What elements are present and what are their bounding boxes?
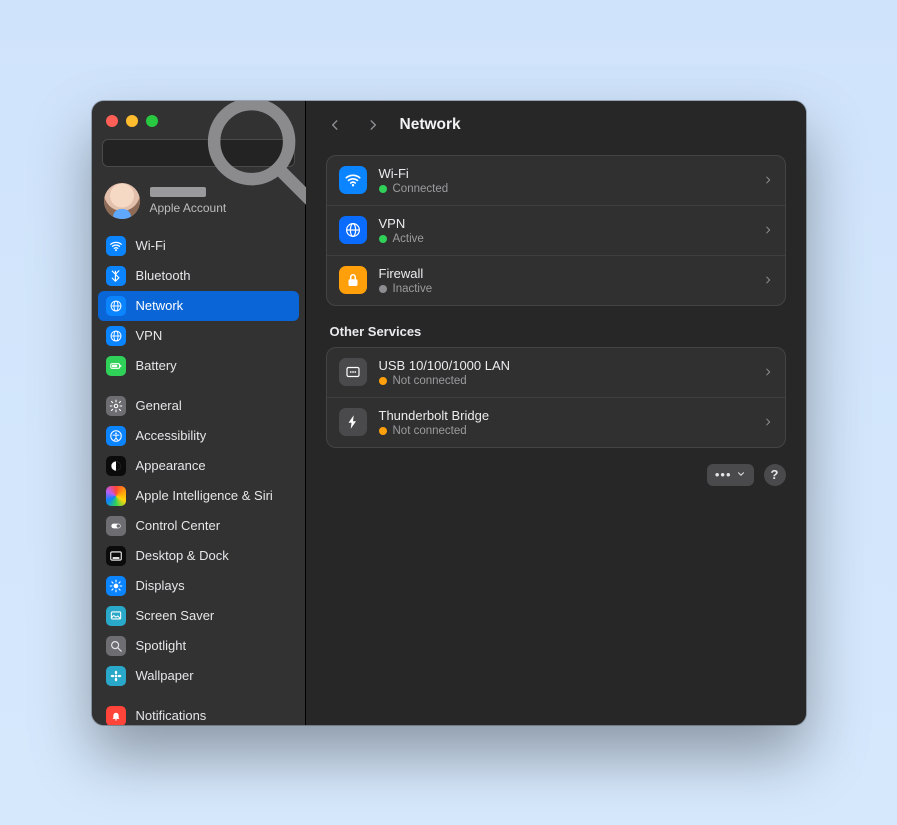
sidebar-item-label: Appearance: [136, 458, 206, 473]
service-name: Firewall: [379, 266, 433, 281]
vpn-icon: [106, 326, 126, 346]
service-status: Connected: [393, 183, 449, 195]
status-dot: [379, 235, 387, 243]
sidebar-item-accessibility[interactable]: Accessibility: [98, 421, 299, 451]
appearance-icon: [106, 456, 126, 476]
service-name: Thunderbolt Bridge: [379, 408, 490, 423]
control-center-icon: [106, 516, 126, 536]
gear-icon: [106, 396, 126, 416]
service-row-wifi[interactable]: Wi-Fi Connected: [327, 156, 785, 205]
sidebar-item-siri[interactable]: Apple Intelligence & Siri: [98, 481, 299, 511]
sidebar-item-label: Bluetooth: [136, 268, 191, 283]
wifi-icon: [339, 166, 367, 194]
sidebar-item-label: Accessibility: [136, 428, 207, 443]
thunderbolt-icon: [339, 408, 367, 436]
sidebar-item-spotlight[interactable]: Spotlight: [98, 631, 299, 661]
chevron-down-icon: [736, 467, 746, 482]
sidebar-item-bluetooth[interactable]: Bluetooth: [98, 261, 299, 291]
sidebar-item-displays[interactable]: Displays: [98, 571, 299, 601]
sidebar-item-notifications[interactable]: Notifications: [98, 701, 299, 725]
sidebar-item-label: Battery: [136, 358, 177, 373]
vpn-icon: [339, 216, 367, 244]
network-icon: [106, 296, 126, 316]
service-status: Active: [393, 233, 424, 245]
status-dot: [379, 285, 387, 293]
wifi-icon: [106, 236, 126, 256]
sidebar-item-label: Notifications: [136, 708, 207, 723]
account-name-redacted: [150, 187, 206, 197]
battery-icon: [106, 356, 126, 376]
siri-icon: [106, 486, 126, 506]
spotlight-icon: [106, 636, 126, 656]
firewall-icon: [339, 266, 367, 294]
titlebar: Network: [306, 101, 806, 149]
sidebar-item-label: Wallpaper: [136, 668, 194, 683]
service-row-vpn[interactable]: VPN Active: [327, 205, 785, 255]
sidebar-item-network[interactable]: Network: [98, 291, 299, 321]
status-dot: [379, 377, 387, 385]
help-button[interactable]: ?: [764, 464, 786, 486]
chevron-right-icon: [763, 365, 773, 380]
chevron-right-icon: [763, 273, 773, 288]
sidebar-item-vpn[interactable]: VPN: [98, 321, 299, 351]
bluetooth-icon: [106, 266, 126, 286]
nav-back-button[interactable]: [324, 114, 346, 136]
displays-icon: [106, 576, 126, 596]
wallpaper-icon: [106, 666, 126, 686]
sidebar-item-label: Control Center: [136, 518, 221, 533]
service-name: Wi-Fi: [379, 166, 449, 181]
notifications-icon: [106, 706, 126, 725]
service-status: Not connected: [393, 425, 467, 437]
sidebar-item-wallpaper[interactable]: Wallpaper: [98, 661, 299, 691]
sidebar-item-label: General: [136, 398, 182, 413]
nav-forward-button[interactable]: [362, 114, 384, 136]
sidebar-item-label: Spotlight: [136, 638, 187, 653]
service-row-thunderbolt-bridge[interactable]: Thunderbolt Bridge Not connected: [327, 397, 785, 447]
service-status: Not connected: [393, 375, 467, 387]
content-pane: Network Wi-Fi Connected VPN Active: [306, 101, 806, 725]
service-name: VPN: [379, 216, 424, 231]
sidebar-item-wifi[interactable]: Wi-Fi: [98, 231, 299, 261]
sidebar-item-general[interactable]: General: [98, 391, 299, 421]
search-field[interactable]: [102, 139, 295, 167]
ellipsis-icon: •••: [715, 467, 732, 482]
chevron-right-icon: [763, 223, 773, 238]
sidebar-item-label: Displays: [136, 578, 185, 593]
apple-account-row[interactable]: Apple Account: [92, 177, 305, 231]
sidebar-item-label: Desktop & Dock: [136, 548, 229, 563]
chevron-right-icon: [763, 173, 773, 188]
page-title: Network: [400, 116, 461, 134]
sidebar-item-label: VPN: [136, 328, 163, 343]
account-subtitle: Apple Account: [150, 201, 227, 215]
chevron-right-icon: [763, 415, 773, 430]
avatar: [104, 183, 140, 219]
sidebar-item-screen-saver[interactable]: Screen Saver: [98, 601, 299, 631]
other-services-title: Other Services: [330, 324, 782, 339]
status-dot: [379, 427, 387, 435]
service-status: Inactive: [393, 283, 433, 295]
sidebar-item-appearance[interactable]: Appearance: [98, 451, 299, 481]
sidebar-item-label: Apple Intelligence & Siri: [136, 488, 273, 503]
sidebar-item-battery[interactable]: Battery: [98, 351, 299, 381]
screen-saver-icon: [106, 606, 126, 626]
sidebar: Apple Account Wi-Fi Bluetooth Network VP…: [92, 101, 306, 725]
ethernet-icon: [339, 358, 367, 386]
status-dot: [379, 185, 387, 193]
sidebar-item-label: Network: [136, 298, 184, 313]
service-row-usb-lan[interactable]: USB 10/100/1000 LAN Not connected: [327, 348, 785, 397]
primary-services-card: Wi-Fi Connected VPN Active F: [326, 155, 786, 306]
sidebar-item-label: Wi-Fi: [136, 238, 166, 253]
more-actions-button[interactable]: •••: [707, 464, 754, 486]
sidebar-list: Wi-Fi Bluetooth Network VPN Battery: [92, 231, 305, 725]
other-services-card: USB 10/100/1000 LAN Not connected Thunde…: [326, 347, 786, 448]
accessibility-icon: [106, 426, 126, 446]
system-settings-window: Apple Account Wi-Fi Bluetooth Network VP…: [92, 101, 806, 725]
sidebar-item-control-center[interactable]: Control Center: [98, 511, 299, 541]
service-row-firewall[interactable]: Firewall Inactive: [327, 255, 785, 305]
desktop-dock-icon: [106, 546, 126, 566]
sidebar-item-desktop-dock[interactable]: Desktop & Dock: [98, 541, 299, 571]
sidebar-item-label: Screen Saver: [136, 608, 215, 623]
footer-controls: ••• ?: [326, 464, 786, 486]
service-name: USB 10/100/1000 LAN: [379, 358, 511, 373]
